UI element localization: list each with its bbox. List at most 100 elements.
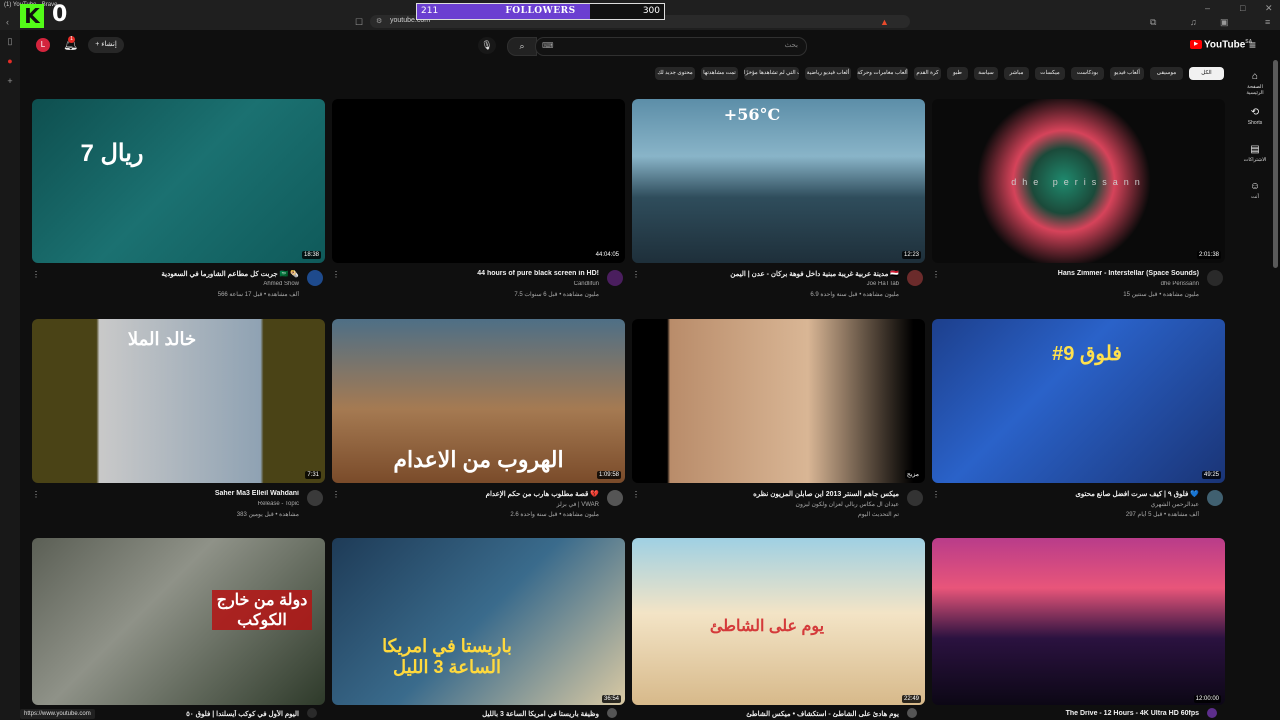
video-thumbnail[interactable]: دولة من خارج الكوكب bbox=[32, 538, 325, 705]
video-title[interactable]: جربت كل مطاعم الشاورما في السعودية 🇸🇦 🌯 bbox=[52, 270, 299, 278]
maximize-icon[interactable]: □ bbox=[1240, 2, 1245, 14]
video-duration: 7:31 bbox=[305, 471, 321, 479]
minimize-icon[interactable]: – bbox=[1205, 2, 1210, 14]
nav-you[interactable]: ☺ أنت bbox=[1238, 181, 1272, 200]
channel-name[interactable]: عيدان ال مكاس ربالي لعزان ولكون ليزون bbox=[652, 501, 899, 508]
video-thumbnail[interactable]: 44:04:05 bbox=[332, 99, 625, 263]
chip[interactable]: ألعاب مغامرات وحركة bbox=[857, 67, 908, 80]
video-title[interactable]: فلوق ٩ | كيف سرت افضل صانع محتوى 💙 bbox=[952, 490, 1199, 498]
video-title[interactable]: Saher Ma3 Elleil Wahdani bbox=[52, 490, 299, 497]
channel-name[interactable]: Release - Topic bbox=[52, 501, 299, 507]
search-input[interactable]: ⌨ بحث bbox=[535, 37, 807, 56]
video-thumbnail[interactable]: باريستا في امريكا الساعة 3 الليل 36:54 bbox=[332, 538, 625, 705]
chip[interactable]: مباشر bbox=[1004, 67, 1029, 80]
channel-avatar[interactable] bbox=[907, 708, 917, 718]
chip[interactable]: بودكاست bbox=[1071, 67, 1104, 80]
channel-avatar[interactable] bbox=[1207, 708, 1217, 718]
video-meta: 2.6 مليون مشاهدة • قبل سنة واحدة bbox=[510, 512, 599, 518]
video-title[interactable]: ميكس جاهم السنتر 2013 اين صابلن المزيون … bbox=[652, 490, 899, 498]
media-icon[interactable]: ♫ bbox=[1190, 16, 1197, 28]
bookmark-icon[interactable]: ☐ bbox=[355, 16, 363, 28]
chip[interactable]: الكل bbox=[1189, 67, 1224, 80]
channel-name[interactable]: dhe Perissann bbox=[952, 281, 1199, 287]
channel-avatar[interactable] bbox=[307, 490, 323, 506]
chip[interactable]: ميكسات bbox=[1035, 67, 1065, 80]
chip[interactable]: سياسة bbox=[974, 67, 998, 80]
channel-avatar[interactable] bbox=[1207, 490, 1223, 506]
chip[interactable]: كرة القدم bbox=[914, 67, 941, 80]
video-thumbnail[interactable]: الهروب من الاعدام 1:09:58 bbox=[332, 319, 625, 483]
thumbnail-text: #9 فلوق bbox=[1052, 343, 1122, 365]
home-icon: ⌂ bbox=[1251, 71, 1259, 82]
video-thumbnail[interactable]: يوم على الشاطئ 22:49 bbox=[632, 538, 925, 705]
video-title[interactable]: قصة مطلوب هارب من حكم الإعدام 💔 bbox=[352, 490, 599, 498]
nav-shorts[interactable]: ⟲ Shorts bbox=[1238, 107, 1272, 126]
browser-menu-icon[interactable]: ≡ bbox=[1265, 16, 1270, 28]
more-options-icon[interactable]: ⋮ bbox=[32, 490, 40, 499]
video-thumbnail[interactable]: dhe perissann 2:01:38 bbox=[932, 99, 1225, 263]
youtube-pin-icon[interactable]: ● bbox=[4, 56, 16, 68]
channel-name[interactable]: عبدالرحمن الشهري bbox=[952, 501, 1199, 508]
channel-avatar[interactable] bbox=[1207, 270, 1223, 286]
keyboard-icon[interactable]: ⌨ bbox=[542, 41, 554, 50]
chip[interactable]: طبو bbox=[947, 67, 968, 80]
more-options-icon[interactable]: ⋮ bbox=[332, 490, 340, 499]
video-title[interactable]: Hans Zimmer - Interstellar (Space Sounds… bbox=[952, 270, 1199, 277]
more-options-icon[interactable]: ⋮ bbox=[332, 270, 340, 279]
channel-avatar[interactable] bbox=[307, 270, 323, 286]
channel-avatar[interactable] bbox=[607, 490, 623, 506]
channel-avatar[interactable] bbox=[607, 708, 617, 718]
video-title[interactable]: The Drive - 12 Hours - 4K Ultra HD 60fps bbox=[952, 710, 1199, 717]
chip[interactable]: محتوى جديد لك bbox=[655, 67, 695, 80]
video-thumbnail[interactable]: 12:00:00 bbox=[932, 538, 1225, 705]
thumbnail-text: +56°C bbox=[723, 105, 781, 124]
channel-avatar[interactable] bbox=[907, 490, 923, 506]
chip[interactable]: ألعاب فيديو رياضية bbox=[805, 67, 851, 80]
avatar[interactable]: L bbox=[36, 38, 50, 52]
wallet-icon[interactable]: ▣ bbox=[1220, 16, 1229, 28]
channel-name[interactable]: Ahmed Show bbox=[52, 281, 299, 287]
more-options-icon[interactable]: ⋮ bbox=[32, 270, 40, 279]
more-options-icon[interactable]: ⋮ bbox=[932, 490, 940, 499]
video-thumbnail[interactable]: #9 فلوق 49:25 bbox=[932, 319, 1225, 483]
video-title[interactable]: يوم هادئ على الشاطئ - استكشاف • ميكس الش… bbox=[652, 710, 899, 718]
chip[interactable]: موسيقى bbox=[1150, 67, 1183, 80]
chip[interactable]: ألعاب فيديو bbox=[1110, 67, 1144, 80]
video-title[interactable]: 44 hours of pure black screen in HD! bbox=[352, 270, 599, 277]
chip[interactable]: تمت مشاهدتها bbox=[701, 67, 738, 80]
channel-avatar[interactable] bbox=[907, 270, 923, 286]
more-options-icon[interactable]: ⋮ bbox=[932, 270, 940, 279]
close-icon[interactable]: ✕ bbox=[1265, 2, 1273, 14]
more-options-icon[interactable]: ⋮ bbox=[632, 490, 640, 499]
channel-name[interactable]: Joe HaTTab bbox=[652, 281, 899, 287]
video-thumbnail[interactable]: 7 ريال 18:38 bbox=[32, 99, 325, 263]
video-thumbnail[interactable]: خالد الملا 7:31 bbox=[32, 319, 325, 483]
back-icon[interactable]: ‹ bbox=[6, 16, 9, 28]
extensions-icon[interactable]: ⧉ bbox=[1150, 16, 1156, 28]
video-duration: 1:09:58 bbox=[596, 471, 621, 479]
video-duration: 2:01:38 bbox=[1196, 251, 1221, 259]
channel-avatar[interactable] bbox=[607, 270, 623, 286]
brave-shield-icon[interactable]: ▲ bbox=[880, 16, 889, 28]
video-title[interactable]: وظيفة باريستا في امريكا الساعة 3 بالليل bbox=[352, 710, 599, 718]
create-button[interactable]: + إنشاء bbox=[88, 37, 124, 53]
nav-home[interactable]: ⌂ الصفحة الرئيسية bbox=[1238, 71, 1272, 96]
video-title[interactable]: مدينة عربية غريبة مبنية داخل فوهة بركان … bbox=[652, 270, 899, 278]
channel-name[interactable]: Candlifun bbox=[352, 281, 599, 287]
video-thumbnail[interactable]: مزيج bbox=[632, 319, 925, 483]
add-panel-icon[interactable]: + bbox=[4, 76, 16, 88]
scrollbar[interactable] bbox=[1273, 60, 1278, 268]
channel-name[interactable]: في برلز | VWAR bbox=[352, 501, 599, 508]
voice-search-icon[interactable]: 🎙︎ bbox=[478, 37, 496, 54]
chip[interactable]: الفيديوهات التي لم تشاهدها مؤخرًا bbox=[744, 67, 799, 80]
channel-avatar[interactable] bbox=[307, 708, 317, 718]
youtube-logo[interactable]: ▶ YouTubeSA bbox=[1190, 39, 1252, 53]
site-info-icon[interactable]: ⚙ bbox=[376, 16, 382, 28]
sidebar-panel-icon[interactable]: ▯ bbox=[4, 36, 16, 48]
followers-label: FOLLOWERS bbox=[505, 6, 576, 16]
video-thumbnail[interactable]: +56°C 12:23 bbox=[632, 99, 925, 263]
nav-subscriptions[interactable]: ▤ الاشتراكات bbox=[1238, 144, 1272, 163]
search-icon[interactable]: ⌕ bbox=[507, 37, 537, 56]
menu-icon[interactable]: ≡ bbox=[1249, 38, 1256, 52]
more-options-icon[interactable]: ⋮ bbox=[632, 270, 640, 279]
